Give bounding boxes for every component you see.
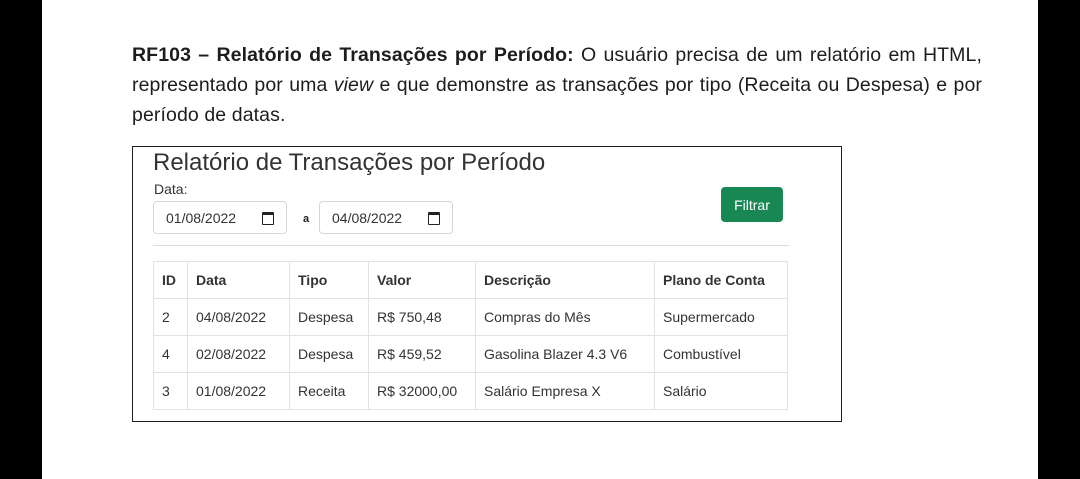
report-title: Relatório de Transações por Período (153, 149, 546, 176)
report-screenshot: Relatório de Transações por Período Data… (132, 146, 842, 422)
requirement-title: RF103 – Relatório de Transações por Perí… (132, 44, 574, 66)
column-header: Tipo (289, 261, 369, 299)
cell-account-plan: Supermercado (654, 298, 788, 336)
document-page: RF103 – Relatório de Transações por Perí… (42, 0, 1038, 479)
calendar-icon[interactable] (428, 212, 440, 225)
column-header: Valor (368, 261, 476, 299)
cell-type: Despesa (289, 298, 369, 336)
column-header: ID (153, 261, 188, 299)
table-row: 3 01/08/2022 Receita R$ 32000,00 Salário… (153, 372, 788, 410)
column-header: Plano de Conta (654, 261, 788, 299)
end-date-value: 04/08/2022 (332, 209, 403, 226)
cell-id: 4 (153, 335, 188, 373)
filter-button[interactable]: Filtrar (721, 187, 783, 222)
requirement-text-italic: view (333, 74, 374, 96)
divider (153, 245, 789, 246)
date-label: Data: (154, 181, 188, 197)
column-header: Descrição (475, 261, 655, 299)
start-date-value: 01/08/2022 (166, 209, 237, 226)
table-row: 2 04/08/2022 Despesa R$ 750,48 Compras d… (153, 298, 788, 336)
requirement-paragraph: RF103 – Relatório de Transações por Perí… (132, 40, 982, 130)
cell-description: Salário Empresa X (475, 372, 655, 410)
cell-id: 2 (153, 298, 188, 336)
column-header: Data (187, 261, 290, 299)
cell-value: R$ 750,48 (368, 298, 476, 336)
cell-date: 04/08/2022 (187, 298, 290, 336)
cell-date: 02/08/2022 (187, 335, 290, 373)
cell-account-plan: Salário (654, 372, 788, 410)
cell-account-plan: Combustível (654, 335, 788, 373)
date-separator: a (303, 213, 310, 225)
transactions-table: ID Data Tipo Valor Descrição Plano de Co… (153, 261, 788, 410)
cell-description: Compras do Mês (475, 298, 655, 336)
cell-type: Despesa (289, 335, 369, 373)
cell-id: 3 (153, 372, 188, 410)
cell-date: 01/08/2022 (187, 372, 290, 410)
start-date-input[interactable]: 01/08/2022 (153, 201, 287, 234)
cell-value: R$ 459,52 (368, 335, 476, 373)
table-header-row: ID Data Tipo Valor Descrição Plano de Co… (153, 261, 788, 299)
cell-type: Receita (289, 372, 369, 410)
calendar-icon[interactable] (262, 212, 274, 225)
end-date-input[interactable]: 04/08/2022 (319, 201, 453, 234)
cell-value: R$ 32000,00 (368, 372, 476, 410)
table-row: 4 02/08/2022 Despesa R$ 459,52 Gasolina … (153, 335, 788, 373)
cell-description: Gasolina Blazer 4.3 V6 (475, 335, 655, 373)
